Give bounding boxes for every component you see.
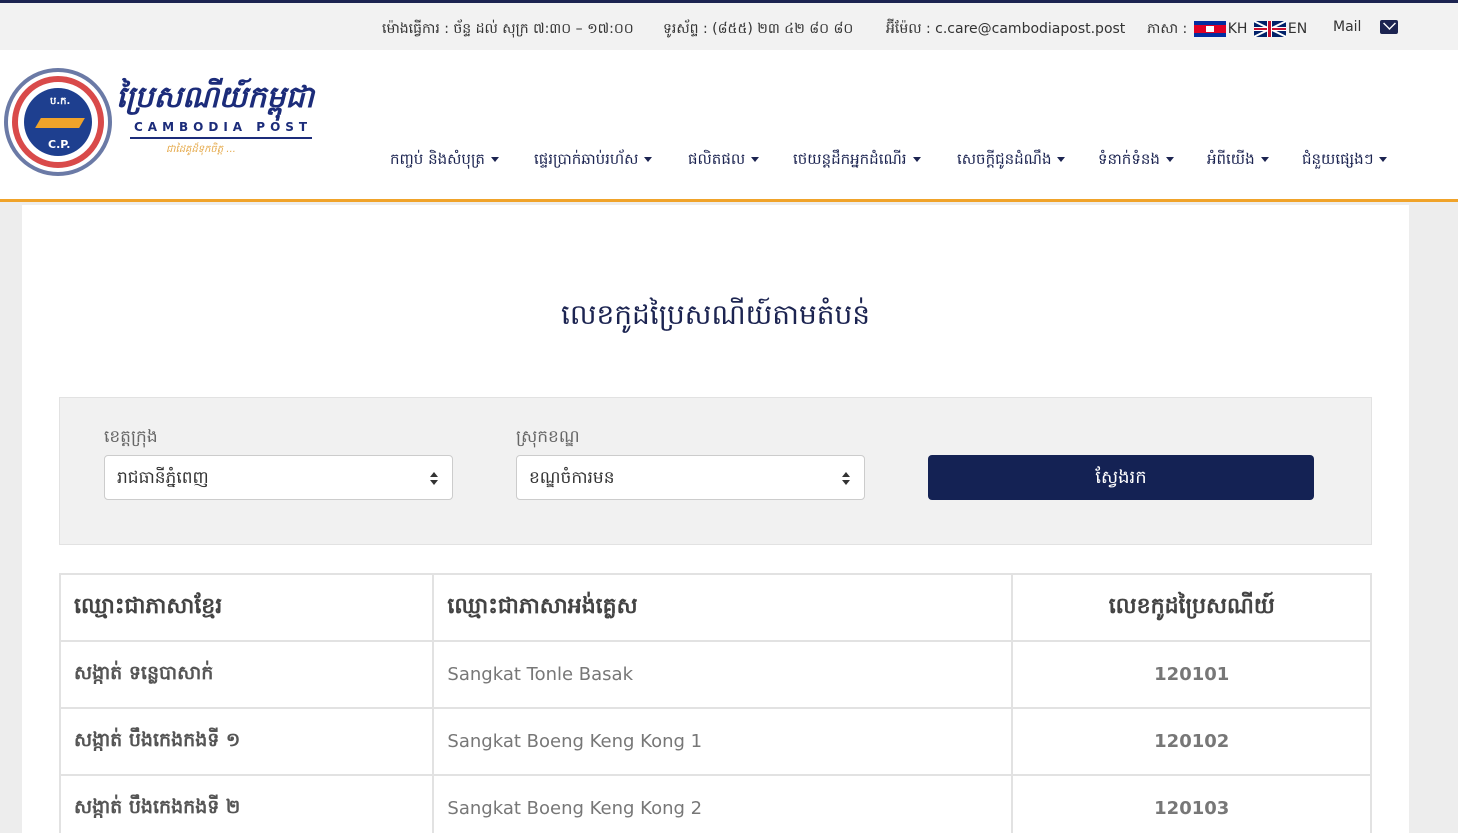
- working-hours: ម៉ោងធ្វើការ : ច័ន្ទ ដល់ សុក្រ ៧:៣០ – ១៧:…: [382, 21, 634, 37]
- chevron-down-icon: [1057, 157, 1066, 162]
- table-row: សង្កាត់ បឹងកេងកងទី ២ Sangkat Boeng Keng …: [58, 774, 1372, 833]
- nav-item-help[interactable]: ជំនួយផ្សេងៗ: [1302, 150, 1388, 174]
- mail-label[interactable]: Mail: [1333, 19, 1361, 35]
- nav-item-label: ទំនាក់ទំនង: [1098, 150, 1160, 168]
- province-select[interactable]: រាជធានីភ្នំពេញ: [104, 455, 453, 500]
- mail-link[interactable]: Mail: [1333, 19, 1398, 35]
- emblem-top-text: ប.ក.: [50, 96, 71, 107]
- search-button[interactable]: ស្វែងរក: [928, 455, 1314, 500]
- lang-kh-link[interactable]: KH: [1228, 21, 1248, 37]
- table-row: សង្កាត់ ទន្លេបាសាក់ Sangkat Tonle Basak …: [58, 640, 1372, 709]
- uk-flag-icon[interactable]: [1253, 21, 1286, 37]
- header-english-name: ឈ្មោះជាភាសាអង់គ្លេស: [432, 573, 1014, 642]
- language-switcher: ភាសា : KH EN: [1147, 19, 1307, 40]
- page-title: លេខកូដប្រៃសណីយ៍តាមតំបន់: [560, 298, 871, 331]
- select-arrows-icon: [430, 472, 438, 486]
- nav-item-label: សេចក្តីជូនដំណឹង: [957, 150, 1052, 168]
- table-header-row: ឈ្មោះជាភាសាខ្មែរ ឈ្មោះជាភាសាអង់គ្លេស លេខ…: [58, 573, 1372, 642]
- chevron-down-icon: [1260, 157, 1269, 162]
- district-label: ស្រុកខណ្ឌ: [516, 427, 580, 447]
- cambodia-flag-icon[interactable]: [1193, 21, 1226, 37]
- post-emblem-icon[interactable]: ប.ក. C.P.: [4, 68, 112, 176]
- header-postcode: លេខកូដប្រៃសណីយ៍: [1011, 573, 1372, 642]
- language-label: ភាសា :: [1147, 21, 1188, 37]
- phone-number: ទូរស័ព្ទ : (៨៥៥) ២៣ ៤២ ៨០ ៨០: [663, 21, 854, 37]
- cell-english-name: Sangkat Boeng Keng Kong 1: [432, 707, 1014, 776]
- nav-item-label: កញ្ចប់ និងសំបុត្រ: [390, 150, 485, 168]
- top-info-bar: ម៉ោងធ្វើការ : ច័ន្ទ ដល់ សុក្រ ៧:៣០ – ១៧:…: [0, 0, 1458, 50]
- district-select[interactable]: ខណ្ឌចំការមន: [516, 455, 865, 500]
- district-selected-value: ខណ្ឌចំការមន: [529, 468, 615, 488]
- nav-item-label: ថេយន្តដឹកអ្នកដំណើរ: [793, 150, 907, 168]
- main-content: លេខកូដប្រៃសណីយ៍តាមតំបន់ ខេត្តក្រុង រាជធា…: [22, 205, 1409, 833]
- postcode-table: ឈ្មោះជាភាសាខ្មែរ ឈ្មោះជាភាសាអង់គ្លេស លេខ…: [58, 573, 1372, 833]
- cell-postcode: 120101: [1011, 640, 1372, 709]
- cell-khmer-name: សង្កាត់ បឹងកេងកងទី ១: [58, 707, 435, 776]
- nav-item-about[interactable]: អំពីយើង: [1207, 150, 1269, 174]
- province-label: ខេត្តក្រុង: [104, 427, 158, 447]
- table-row: សង្កាត់ បឹងកេងកងទី ១ Sangkat Boeng Keng …: [58, 707, 1372, 776]
- nav-item-label: ជំនួយផ្សេងៗ: [1302, 150, 1374, 168]
- chevron-down-icon: [1165, 157, 1174, 162]
- envelope-icon[interactable]: [1379, 20, 1398, 34]
- logo-slogan: ជាដៃគូដ៏ទុកចិត្ត ...: [166, 144, 236, 155]
- province-selected-value: រាជធានីភ្នំពេញ: [117, 468, 209, 488]
- cell-khmer-name: សង្កាត់ បឹងកេងកងទី ២: [58, 774, 435, 833]
- contact-email[interactable]: អ៊ីម៉ែល : c.care@cambodiapost.post: [886, 19, 1125, 40]
- chevron-down-icon: [912, 157, 921, 162]
- nav-item-label: អំពីយើង: [1207, 150, 1255, 168]
- chevron-down-icon: [644, 157, 653, 162]
- nav-item-money-transfer[interactable]: ផ្ទេរប្រាក់ឆាប់រហ័ស: [534, 150, 653, 174]
- chevron-down-icon: [490, 157, 499, 162]
- select-arrows-icon: [842, 472, 850, 486]
- nav-item-contact[interactable]: ទំនាក់ទំនង: [1098, 150, 1174, 174]
- site-header: ប.ក. C.P. ប្រៃសណីយ៍កម្ពុជា CAMBODIA POST…: [0, 50, 1458, 202]
- chevron-down-icon: [1379, 157, 1388, 162]
- lang-en-link[interactable]: EN: [1288, 21, 1307, 37]
- cell-postcode: 120102: [1011, 707, 1372, 776]
- chevron-down-icon: [751, 157, 760, 162]
- cell-khmer-name: សង្កាត់ ទន្លេបាសាក់: [58, 640, 435, 709]
- logo-khmer-text[interactable]: ប្រៃសណីយ៍កម្ពុជា: [116, 78, 314, 122]
- nav-item-bus[interactable]: ថេយន្តដឹកអ្នកដំណើរ: [793, 150, 921, 174]
- nav-item-label: ផលិតផល: [688, 150, 746, 168]
- emblem-bottom-text: C.P.: [48, 138, 71, 151]
- cell-english-name: Sangkat Tonle Basak: [432, 640, 1014, 709]
- logo-divider: [130, 137, 312, 139]
- nav-item-products[interactable]: ផលិតផល: [688, 150, 760, 174]
- header-khmer-name: ឈ្មោះជាភាសាខ្មែរ: [58, 573, 435, 642]
- nav-item-label: ផ្ទេរប្រាក់ឆាប់រហ័ស: [534, 150, 639, 168]
- postcode-filter-panel: ខេត្តក្រុង រាជធានីភ្នំពេញ ស្រុកខណ្ឌ ខណ្ឌ…: [59, 397, 1372, 545]
- cell-postcode: 120103: [1011, 774, 1372, 833]
- nav-item-announcements[interactable]: សេចក្តីជូនដំណឹង: [957, 150, 1066, 174]
- nav-item-parcels[interactable]: កញ្ចប់ និងសំបុត្រ: [390, 150, 499, 174]
- logo-english-text[interactable]: CAMBODIA POST: [134, 120, 312, 134]
- cell-english-name: Sangkat Boeng Keng Kong 2: [432, 774, 1014, 833]
